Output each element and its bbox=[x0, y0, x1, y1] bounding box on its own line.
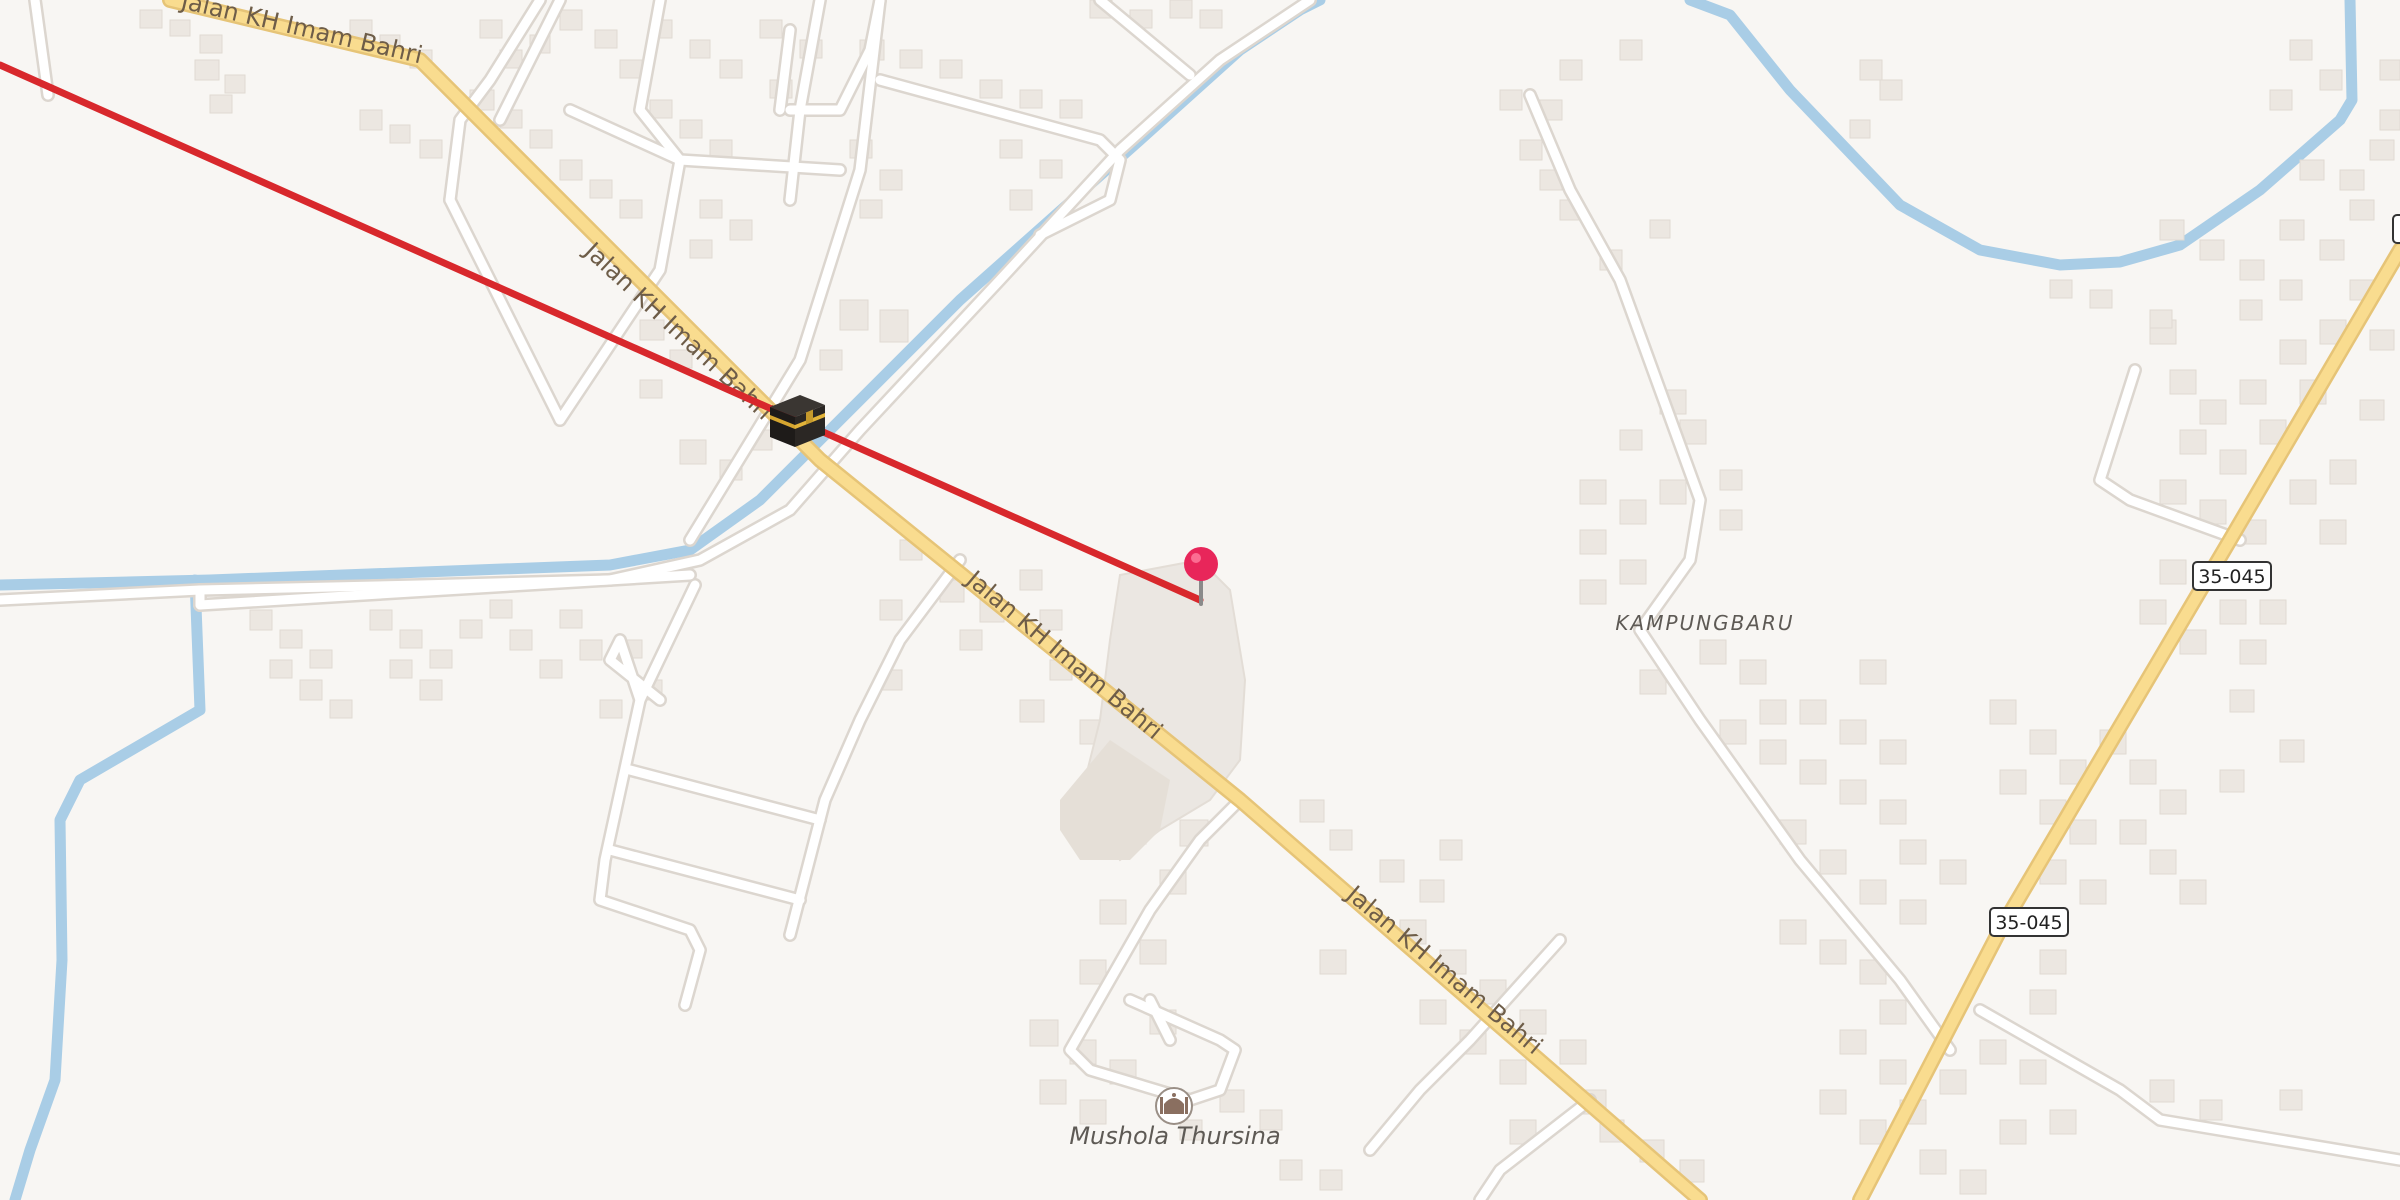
poi-label: Mushola Thursina bbox=[1069, 1122, 1280, 1150]
route-shield-south: 35-045 bbox=[1989, 907, 2069, 937]
road-label-southeast: Jalan KH Imam Bahri bbox=[1340, 879, 1548, 1060]
buildings-layer bbox=[139, 0, 2400, 1195]
route-shield-label: 35-045 bbox=[1995, 912, 2062, 934]
place-label-kampungbaru: KAMPUNGBARU bbox=[1615, 611, 1794, 635]
map-canvas[interactable]: Jalan KH Imam Bahri Jalan KH Imam Bahri … bbox=[0, 0, 2400, 1200]
map-base: Jalan KH Imam Bahri Jalan KH Imam Bahri … bbox=[0, 0, 2400, 1200]
route-shield-edge bbox=[2392, 214, 2400, 244]
route-shield-label: 35-045 bbox=[2198, 566, 2265, 588]
stream-west bbox=[9, 574, 206, 1200]
route-shield-north: 35-045 bbox=[2192, 561, 2272, 591]
river-north bbox=[1684, 0, 2358, 271]
